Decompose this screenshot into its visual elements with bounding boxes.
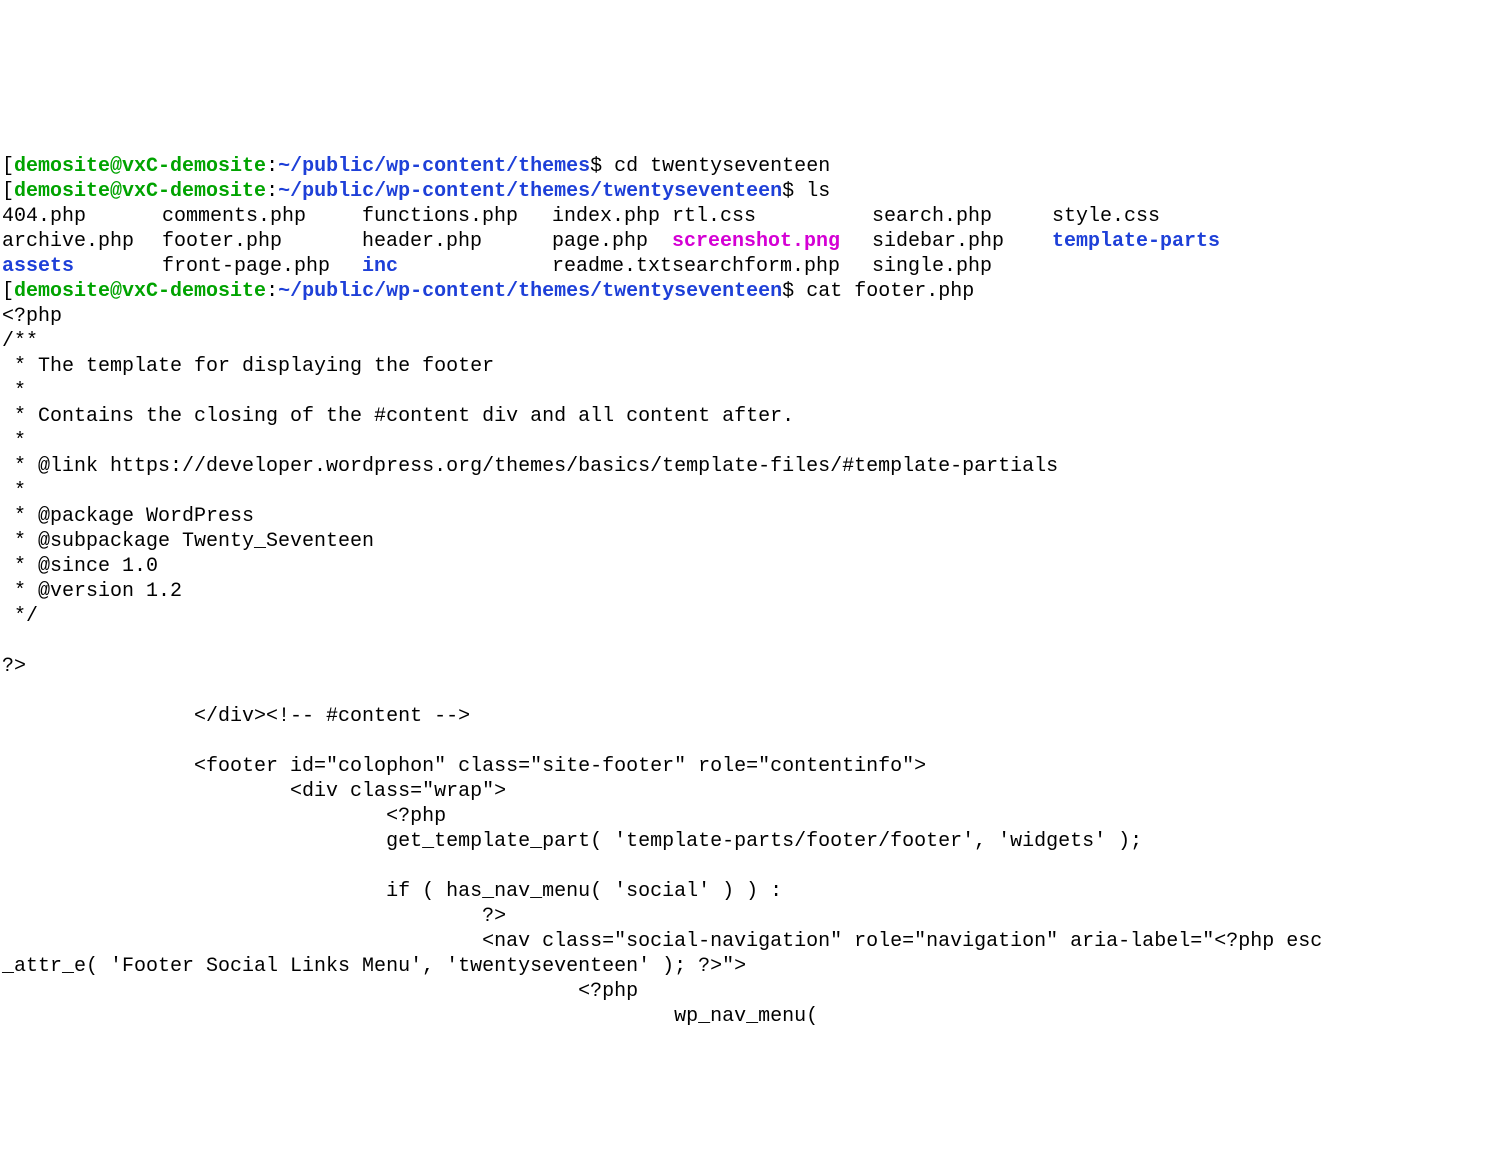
prompt-path: ~/public/wp-content/themes [278,155,590,178]
prompt-dollar: $ [590,155,614,178]
file-line: <nav class="social-navigation" role="nav… [2,930,1322,953]
prompt-path: ~/public/wp-content/themes/twentysevente… [278,280,782,303]
file-entry: footer.php [162,229,362,254]
file-entry: search.php [872,204,1052,229]
file-line: * @version 1.2 [2,580,182,603]
prompt-colon: : [266,155,278,178]
file-line: * Contains the closing of the #content d… [2,405,794,428]
file-entry: sidebar.php [872,229,1052,254]
file-line: */ [2,605,38,628]
file-entry-image: screenshot.png [672,229,872,254]
file-line: <?php [2,805,446,828]
file-line: /** [2,330,38,353]
file-line: * [2,380,26,403]
file-entry: index.php [552,204,672,229]
file-line: <div class="wrap"> [2,780,506,803]
file-line: <footer id="colophon" class="site-footer… [2,755,926,778]
file-entry: header.php [362,229,552,254]
prompt-dollar: $ [782,280,806,303]
file-entry: page.php [552,229,672,254]
file-line: wp_nav_menu( [2,1005,818,1028]
prompt-path: ~/public/wp-content/themes/twentysevente… [278,180,782,203]
dir-entry: template-parts [1052,229,1232,254]
file-entry: functions.php [362,204,552,229]
command-cat: cat footer.php [806,280,974,303]
prompt-user-host: demosite@vxC-demosite [14,180,266,203]
prompt-colon: : [266,180,278,203]
dir-entry: inc [362,254,552,279]
prompt-bracket: [ [2,180,14,203]
file-line: </div><!-- #content --> [2,705,470,728]
command-ls: ls [806,180,830,203]
file-line: * [2,430,26,453]
file-entry: 404.php [2,204,162,229]
file-line: get_template_part( 'template-parts/foote… [2,830,1142,853]
file-line: if ( has_nav_menu( 'social' ) ) : [2,880,782,903]
prompt-bracket: [ [2,155,14,178]
prompt-bracket: [ [2,280,14,303]
prompt-colon: : [266,280,278,303]
file-line: * @subpackage Twenty_Seventeen [2,530,374,553]
file-line: _attr_e( 'Footer Social Links Menu', 'tw… [2,955,746,978]
file-entry: searchform.php [672,254,872,279]
file-line: * [2,480,26,503]
terminal-window[interactable]: [demosite@vxC-demosite:~/public/wp-conte… [0,125,1500,1029]
file-entry: comments.php [162,204,362,229]
prompt-user-host: demosite@vxC-demosite [14,280,266,303]
file-entry: style.css [1052,204,1232,229]
file-entry: front-page.php [162,254,362,279]
file-line: ?> [2,655,26,678]
file-entry: single.php [872,254,1052,279]
file-line: * @package WordPress [2,505,254,528]
dir-entry: assets [2,254,162,279]
file-line: <?php [2,305,62,328]
prompt-dollar: $ [782,180,806,203]
file-entry: readme.txt [552,254,672,279]
file-line: ?> [2,905,506,928]
file-line: * @since 1.0 [2,555,158,578]
file-line: * @link https://developer.wordpress.org/… [2,455,1058,478]
ls-output: 404.phpcomments.phpfunctions.phpindex.ph… [2,204,1500,279]
file-line: * The template for displaying the footer [2,355,494,378]
file-entry: rtl.css [672,204,872,229]
file-line: <?php [2,980,638,1003]
command-cd: cd twentyseventeen [614,155,830,178]
prompt-user-host: demosite@vxC-demosite [14,155,266,178]
file-entry: archive.php [2,229,162,254]
